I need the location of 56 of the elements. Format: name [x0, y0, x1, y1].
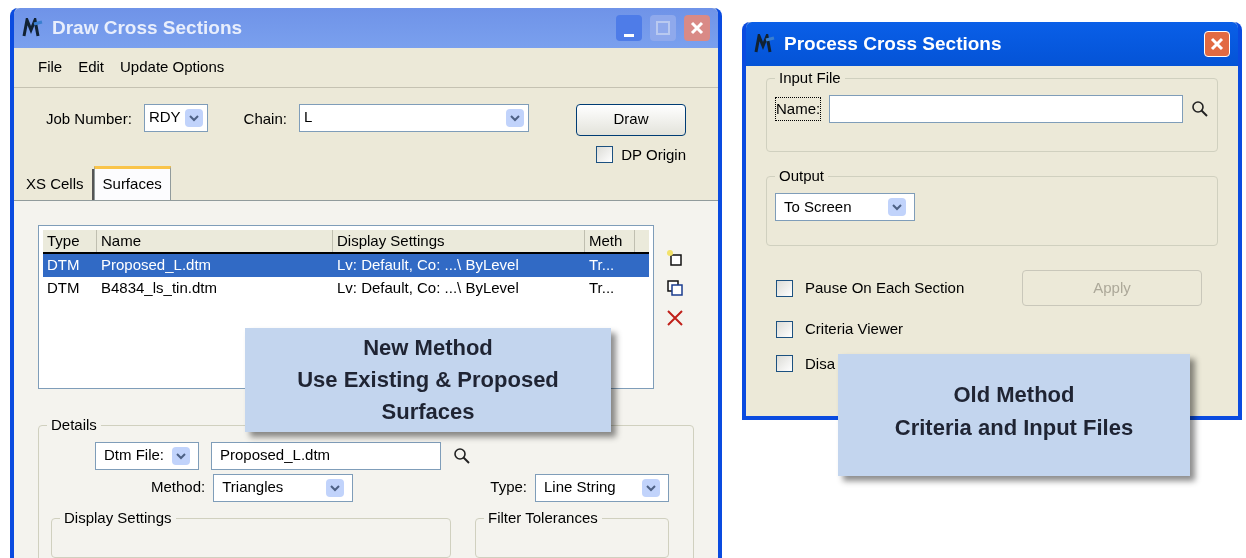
output-dropdown[interactable]: To Screen [775, 193, 915, 221]
menu-item[interactable]: Edit [78, 56, 105, 79]
job-number-dropdown[interactable]: RDY [143, 103, 208, 132]
column-header[interactable]: Display Settings [333, 229, 585, 252]
method-dropdown[interactable]: Triangles [213, 473, 354, 502]
app-logo-icon [754, 34, 776, 54]
input-file-field[interactable] [829, 95, 1183, 123]
menu-item[interactable]: Update Options [120, 56, 225, 79]
field-label: Type: [490, 477, 527, 498]
table-cell-text: Tr... [588, 255, 616, 275]
table-row[interactable]: DTM B4834_ls_tin.dtm Lv: Default, Co: ...\ ByLevel Tr... [43, 276, 649, 299]
window-title: Draw Cross Sections [52, 15, 244, 40]
checkbox[interactable] [776, 355, 793, 373]
type-dropdown[interactable]: Line String [535, 473, 669, 502]
column-header[interactable]: Name [97, 229, 333, 252]
callout-box: Old Method Criteria and Input Files [838, 354, 1190, 476]
checkbox-label: DP Origin [621, 144, 686, 165]
table-row[interactable]: DTM Proposed_L.dtm Lv: Default, Co: ...\ ByLevel Tr... [43, 254, 649, 277]
checkbox[interactable] [776, 279, 793, 297]
delete-icon[interactable] [666, 308, 684, 327]
window-title: Process Cross Sections [784, 31, 1003, 56]
table-cell-text: DTM [46, 277, 81, 298]
dtm-file-dropdown[interactable]: Dtm File: [95, 441, 199, 470]
dtm-file-field[interactable]: Proposed_L.dtm [211, 441, 441, 470]
close-button[interactable] [1204, 31, 1230, 57]
table-cell-text: B4834_ls_tin.dtm [100, 277, 218, 298]
checkbox-label: Pause On Each Section [805, 277, 965, 298]
column-header[interactable]: Type [43, 229, 97, 252]
table-cell-text: Proposed_L.dtm [100, 255, 213, 275]
search-icon[interactable] [1191, 100, 1209, 118]
minimize-button[interactable] [616, 15, 642, 41]
column-header[interactable]: Meth [585, 229, 635, 252]
field-label: Chain: [243, 108, 287, 129]
menu-item[interactable]: File [38, 56, 63, 79]
copy-icon[interactable] [666, 278, 684, 297]
table-cell-text: Lv: Default, Co: ...\ ByLevel [336, 255, 520, 275]
field-label: Method: [151, 477, 206, 498]
table-cell-text: Lv: Default, Co: ...\ ByLevel [336, 277, 520, 298]
field-label: Name: [775, 96, 822, 122]
checkbox-label: Criteria Viewer [805, 319, 904, 339]
checkbox[interactable] [596, 146, 614, 164]
checkbox-label: Disa [805, 353, 835, 374]
chain-dropdown[interactable]: L [298, 103, 529, 132]
checkbox[interactable] [776, 320, 793, 338]
table-cell-text: Tr... [588, 277, 616, 298]
close-button[interactable] [684, 15, 710, 41]
tab[interactable]: Surfaces [93, 166, 171, 200]
search-icon[interactable] [453, 446, 471, 465]
close-icon [1210, 37, 1224, 51]
draw-button[interactable]: Draw [576, 103, 686, 136]
app-logo-icon [22, 18, 44, 38]
close-icon [690, 21, 704, 35]
add-icon[interactable] [666, 248, 684, 267]
table-cell-text: DTM [46, 255, 81, 275]
field-label: Job Number: [46, 108, 132, 129]
callout-box: New Method Use Existing & Proposed Surfaces [245, 328, 611, 432]
